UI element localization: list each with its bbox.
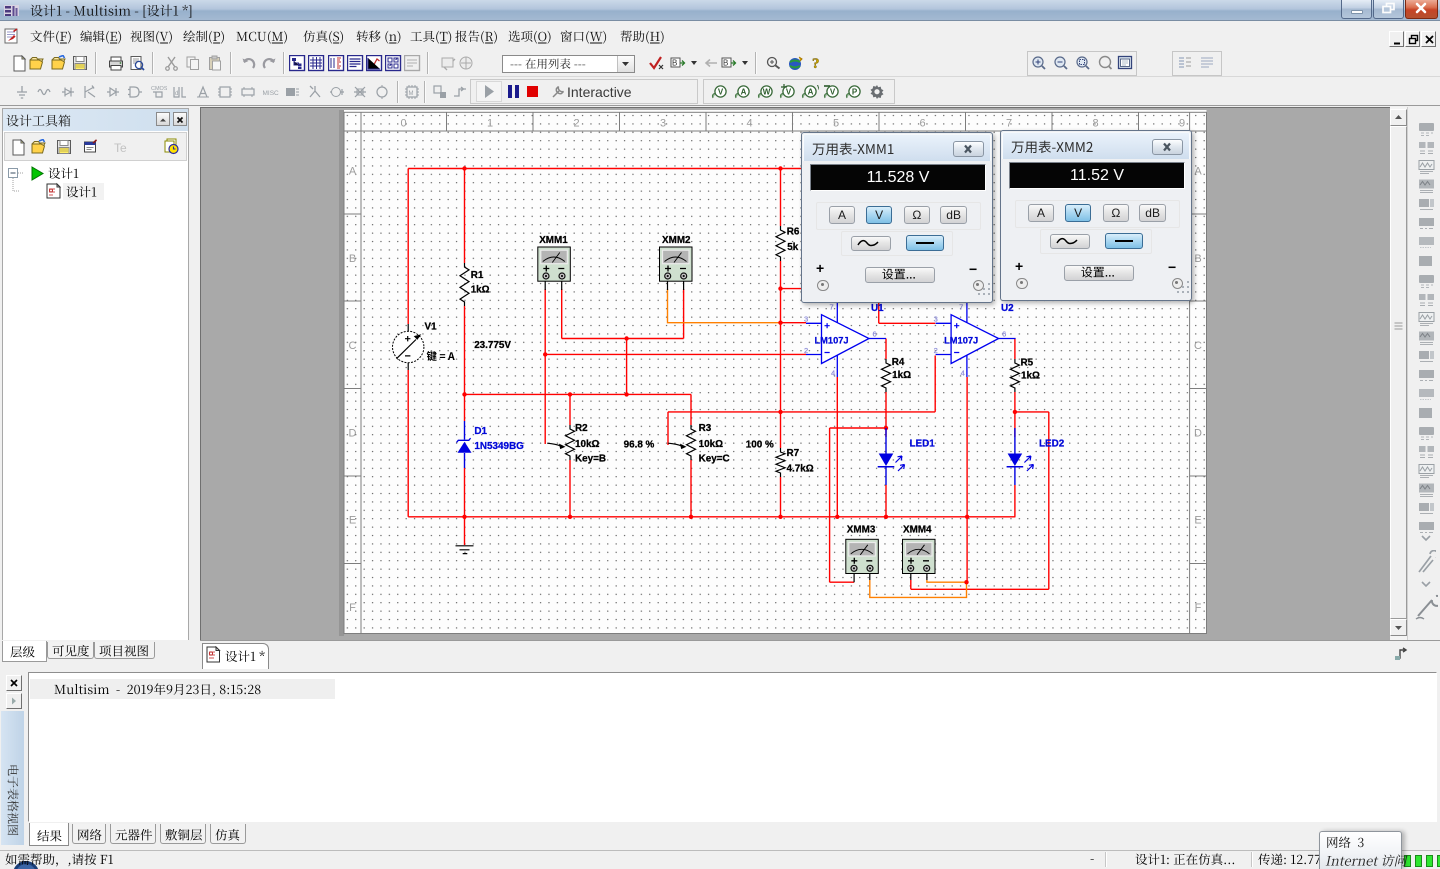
svg-text:R1: R1 xyxy=(471,270,484,281)
svg-text:0: 0 xyxy=(401,118,407,130)
svg-text:C: C xyxy=(349,340,357,352)
svg-text:1kΩ: 1kΩ xyxy=(892,370,911,381)
svg-text:R6: R6 xyxy=(787,227,800,238)
svg-text:U1: U1 xyxy=(871,303,884,314)
svg-text:D1: D1 xyxy=(474,426,487,437)
svg-text:4: 4 xyxy=(961,369,965,378)
svg-text:XMM1: XMM1 xyxy=(539,235,568,246)
svg-text:A: A xyxy=(741,88,747,97)
svg-text:R7: R7 xyxy=(787,448,800,459)
svg-text:5k: 5k xyxy=(787,242,798,253)
svg-text:F: F xyxy=(349,602,356,614)
svg-text:2: 2 xyxy=(574,118,580,130)
svg-text:96.8 %: 96.8 % xyxy=(624,440,655,451)
svg-text:100 %: 100 % xyxy=(746,440,774,451)
svg-text:M: M xyxy=(409,91,414,97)
svg-text:Te: Te xyxy=(114,141,127,155)
svg-text:LM107J: LM107J xyxy=(944,336,978,346)
svg-text:7: 7 xyxy=(830,303,834,312)
svg-text:P: P xyxy=(852,88,858,97)
svg-text:9: 9 xyxy=(1179,118,1185,130)
svg-text:2: 2 xyxy=(804,346,808,355)
svg-text:8: 8 xyxy=(1093,118,1099,130)
svg-text:C: C xyxy=(1194,340,1202,352)
svg-text:LED2: LED2 xyxy=(1039,439,1065,450)
svg-text:6: 6 xyxy=(920,118,926,130)
svg-text:?: ? xyxy=(812,56,820,71)
svg-text:7: 7 xyxy=(1006,118,1012,130)
svg-text:B: B xyxy=(349,253,356,265)
svg-text:d: d xyxy=(175,91,178,97)
svg-text:R3: R3 xyxy=(699,423,712,434)
svg-text:V: V xyxy=(786,88,792,97)
svg-text:4: 4 xyxy=(831,369,835,378)
svg-text:E: E xyxy=(349,515,356,527)
svg-text:LED1: LED1 xyxy=(910,439,936,450)
svg-text:V: V xyxy=(718,88,724,97)
svg-text:W: W xyxy=(763,88,771,97)
svg-text:B: B xyxy=(1194,253,1201,265)
svg-text:B: B xyxy=(723,59,728,68)
svg-text:Key=C: Key=C xyxy=(699,454,730,465)
svg-text:1kΩ: 1kΩ xyxy=(471,285,490,296)
svg-text:XMM2: XMM2 xyxy=(662,235,691,246)
svg-text:4: 4 xyxy=(747,118,753,130)
svg-text:R4: R4 xyxy=(892,357,905,368)
svg-text:A: A xyxy=(349,166,357,178)
svg-text:1: 1 xyxy=(487,118,493,130)
svg-text:1kΩ: 1kΩ xyxy=(1021,371,1040,382)
svg-text:LM107J: LM107J xyxy=(815,336,849,346)
svg-text:7: 7 xyxy=(959,303,963,312)
svg-text:4.7kΩ: 4.7kΩ xyxy=(787,464,814,475)
svg-text:10kΩ: 10kΩ xyxy=(699,439,723,450)
svg-text:3: 3 xyxy=(934,315,938,324)
svg-text:A: A xyxy=(1194,166,1202,178)
svg-text:A: A xyxy=(808,88,814,97)
svg-text:E: E xyxy=(1194,515,1201,527)
svg-text:R2: R2 xyxy=(575,423,588,434)
svg-text:F: F xyxy=(1195,602,1202,614)
svg-text:CMOS: CMOS xyxy=(151,86,167,92)
svg-text:XMM3: XMM3 xyxy=(847,525,876,536)
svg-text:2: 2 xyxy=(934,346,938,355)
svg-text:V: V xyxy=(830,88,836,97)
svg-text:23.775V: 23.775V xyxy=(474,340,511,351)
svg-text:6: 6 xyxy=(873,330,877,339)
svg-text:Key=B: Key=B xyxy=(575,454,606,465)
svg-text:U2: U2 xyxy=(1001,303,1014,314)
svg-text:6: 6 xyxy=(1002,330,1006,339)
svg-text:V1: V1 xyxy=(425,322,438,333)
svg-text:MISC: MISC xyxy=(263,90,280,97)
svg-text:10kΩ: 10kΩ xyxy=(575,439,599,450)
svg-text:D: D xyxy=(349,427,357,439)
svg-text:XMM4: XMM4 xyxy=(903,525,932,536)
svg-text:3: 3 xyxy=(804,315,808,324)
svg-text:D: D xyxy=(1194,427,1202,439)
svg-text:B: B xyxy=(672,59,677,68)
svg-text:5: 5 xyxy=(833,118,839,130)
svg-text:V: V xyxy=(817,85,819,92)
svg-text:R5: R5 xyxy=(1021,358,1034,369)
svg-text:1N5349BG: 1N5349BG xyxy=(474,441,524,452)
svg-text:3: 3 xyxy=(660,118,666,130)
